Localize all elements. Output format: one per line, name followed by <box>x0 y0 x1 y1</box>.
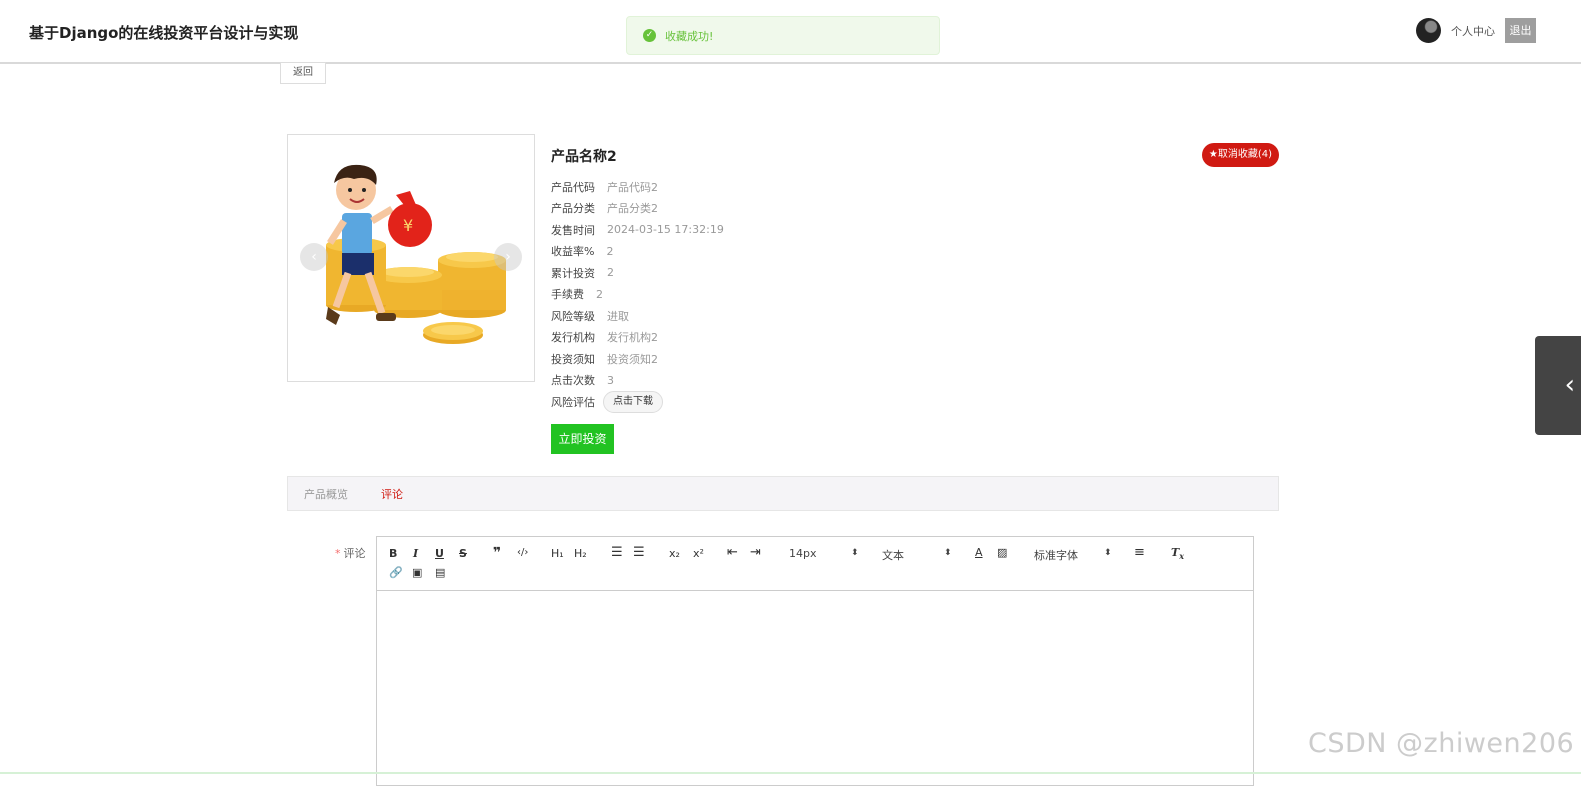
ordered-list-icon[interactable]: ☰ <box>611 545 623 560</box>
editor-content-area[interactable] <box>377 591 1253 781</box>
field-value: 2024-03-15 17:32:19 <box>607 223 724 237</box>
background-color-icon[interactable]: ▨ <box>997 546 1007 559</box>
field-label: 发售时间 <box>551 223 595 237</box>
field-label: 收益率% <box>551 245 595 259</box>
strikethrough-icon[interactable]: S <box>459 547 467 560</box>
font-family-value: 标准字体 <box>1034 549 1078 562</box>
bottom-divider <box>0 772 1581 774</box>
underline-icon[interactable]: U <box>435 547 444 560</box>
user-area: 个人中心 退出 <box>1416 18 1536 43</box>
field-value: 2 <box>607 266 614 280</box>
field-label: 产品分类 <box>551 202 595 216</box>
comment-label: * 评论 <box>335 545 366 561</box>
field-value: 2 <box>606 244 614 258</box>
select-caret-icon: ⬍ <box>851 548 859 558</box>
product-field-row: 累计投资 2 <box>551 262 724 284</box>
font-color-icon[interactable]: A <box>975 546 983 559</box>
chevron-left-icon: ‹ <box>1564 370 1575 400</box>
indent-icon[interactable]: ⇥ <box>750 545 761 560</box>
comment-label-text: 评论 <box>343 547 366 560</box>
select-caret-icon: ⬍ <box>1104 548 1112 558</box>
field-value: 产品分类2 <box>607 202 658 216</box>
field-label: 投资须知 <box>551 352 595 366</box>
product-image-carousel: ¥ ‹ › <box>287 134 535 382</box>
back-button[interactable]: 返回 <box>280 62 326 84</box>
field-label: 产品代码 <box>551 180 595 194</box>
product-field-row: 收益率% 2 <box>551 241 724 263</box>
avatar[interactable] <box>1416 18 1441 43</box>
detail-tabs: 产品概览 评论 <box>287 476 1279 511</box>
user-center-link[interactable]: 个人中心 <box>1451 23 1495 39</box>
bullet-list-icon[interactable]: ☰ <box>633 545 645 560</box>
comment-editor: B I U S ❞ ‹/› H₁ H₂ ☰ ☰ x₂ x² ⇤ ⇥ 14px ⬍… <box>376 536 1254 786</box>
bold-icon[interactable]: B <box>389 547 397 560</box>
product-name: 产品名称2 <box>551 149 617 165</box>
editor-toolbar: B I U S ❞ ‹/› H₁ H₂ ☰ ☰ x₂ x² ⇤ ⇥ 14px ⬍… <box>377 537 1253 591</box>
code-block-icon[interactable]: ‹/› <box>517 547 528 558</box>
field-value: 3 <box>607 373 614 387</box>
select-caret-icon: ⬍ <box>944 548 952 558</box>
heading-2-icon[interactable]: H₂ <box>574 547 587 560</box>
side-panel-toggle[interactable]: ‹ <box>1535 336 1581 435</box>
carousel-next-button[interactable]: › <box>494 243 522 271</box>
site-title: 基于Django的在线投资平台设计与实现 <box>29 24 299 42</box>
product-field-row: 发售时间 2024-03-15 17:32:19 <box>551 219 724 241</box>
field-label: 发行机构 <box>551 331 595 345</box>
risk-assessment-row: 风险评估 点击下载 <box>551 390 724 413</box>
invest-now-button[interactable]: 立即投资 <box>551 423 614 454</box>
product-field-row: 手续费 2 <box>551 284 724 306</box>
tab-comments[interactable]: 评论 <box>381 486 403 502</box>
font-size-value: 14px <box>789 547 817 560</box>
risk-assessment-label: 风险评估 <box>551 395 595 409</box>
unfavorite-button[interactable]: ★取消收藏(4) <box>1202 143 1279 167</box>
block-type-select[interactable]: 文本 ⬍ <box>882 547 952 563</box>
font-family-select[interactable]: 标准字体 ⬍ <box>1034 547 1112 563</box>
check-circle-icon: ✓ <box>643 29 656 42</box>
font-size-select[interactable]: 14px ⬍ <box>789 547 859 560</box>
product-field-row: 风险等级 进取 <box>551 305 724 327</box>
field-label: 手续费 <box>551 288 584 302</box>
product-field-row: 发行机构 发行机构2 <box>551 327 724 349</box>
heading-1-icon[interactable]: H₁ <box>551 547 564 560</box>
field-label: 累计投资 <box>551 266 595 280</box>
video-icon[interactable]: ▤ <box>435 566 445 579</box>
field-value: 投资须知2 <box>607 352 658 366</box>
toast-message: 收藏成功! <box>665 29 714 43</box>
subscript-icon[interactable]: x₂ <box>669 547 680 560</box>
field-label: 点击次数 <box>551 374 595 388</box>
top-header: 基于Django的在线投资平台设计与实现 ✓ 收藏成功! 个人中心 退出 <box>0 0 1581 64</box>
required-mark: * <box>335 547 341 560</box>
product-field-row: 投资须知 投资须知2 <box>551 348 724 370</box>
carousel-prev-button[interactable]: ‹ <box>300 243 328 271</box>
download-button[interactable]: 点击下载 <box>603 390 663 413</box>
outdent-icon[interactable]: ⇤ <box>727 545 738 560</box>
block-type-value: 文本 <box>882 549 904 562</box>
product-field-row: 点击次数 3 <box>551 370 724 392</box>
image-icon[interactable]: ▣ <box>412 566 422 579</box>
watermark: CSDN @zhiwen206 <box>1308 728 1575 759</box>
italic-icon[interactable]: I <box>413 547 418 560</box>
field-value: 产品代码2 <box>607 180 658 194</box>
field-value: 进取 <box>607 309 629 323</box>
align-icon[interactable]: ≡ <box>1134 545 1145 560</box>
superscript-icon[interactable]: x² <box>693 547 704 560</box>
svg-text:¥: ¥ <box>403 216 413 235</box>
product-info: 产品名称2 产品代码 产品代码2 产品分类 产品分类2 发售时间 2024-03-15 1… <box>551 146 724 454</box>
link-icon[interactable]: 🔗 <box>389 566 403 579</box>
product-field-row: 产品代码 产品代码2 <box>551 176 724 198</box>
field-value: 2 <box>596 287 603 301</box>
field-value: 发行机构2 <box>607 331 658 345</box>
success-toast: ✓ 收藏成功! <box>626 16 940 55</box>
tab-overview[interactable]: 产品概览 <box>304 486 348 502</box>
clear-format-icon[interactable]: Tx <box>1171 546 1184 561</box>
logout-button[interactable]: 退出 <box>1505 18 1536 43</box>
product-field-row: 产品分类 产品分类2 <box>551 198 724 220</box>
field-label: 风险等级 <box>551 309 595 323</box>
blockquote-icon[interactable]: ❞ <box>493 545 501 561</box>
